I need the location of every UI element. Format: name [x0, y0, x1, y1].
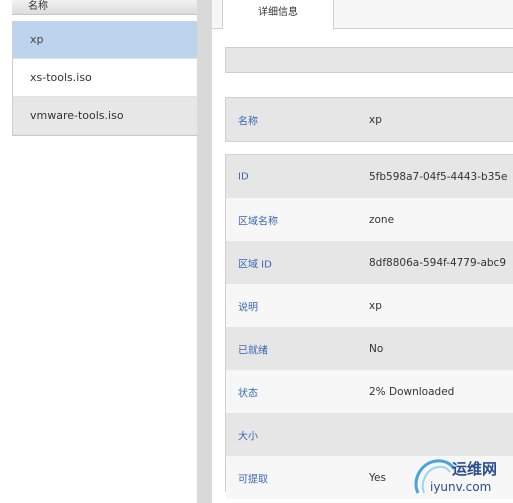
detail-value: zone: [369, 213, 395, 226]
list-item[interactable]: xs-tools.iso: [13, 59, 198, 97]
watermark-url: iyunv.com: [430, 480, 492, 494]
list-column-header-name[interactable]: 名称: [12, 0, 197, 15]
tab-strip: 详细信息: [212, 0, 513, 29]
detail-row-status: 状态 2% Downloaded: [226, 370, 513, 413]
detail-row-description: 说明 xp: [226, 284, 513, 327]
detail-row-name: 名称 xp: [226, 98, 513, 141]
list-item[interactable]: vmware-tools.iso: [13, 97, 198, 135]
properties-block: ID 5fb598a7-04f5-4443-b35e 区域名称 zone 区域 …: [225, 154, 513, 499]
detail-key: 已就绪: [238, 345, 268, 356]
detail-key: 状态: [238, 388, 258, 399]
detail-key: 区域名称: [238, 216, 278, 227]
detail-value: xp: [369, 299, 382, 312]
template-list-panel: 名称 xp xs-tools.iso vmware-tools.iso: [0, 0, 198, 503]
detail-value: Yes: [369, 471, 386, 484]
detail-value: 5fb598a7-04f5-4443-b35e: [369, 170, 508, 183]
list-item[interactable]: xp: [13, 21, 198, 59]
detail-value: 2% Downloaded: [369, 385, 455, 398]
detail-key: 大小: [238, 431, 258, 442]
detail-value: xp: [369, 113, 382, 126]
detail-row-zone-name: 区域名称 zone: [226, 198, 513, 241]
detail-row-zone-id: 区域 ID 8df8806a-594f-4779-abc9: [226, 241, 513, 284]
detail-row-size: 大小: [226, 413, 513, 456]
detail-row-id: ID 5fb598a7-04f5-4443-b35e: [226, 155, 513, 198]
panel-divider[interactable]: [197, 0, 212, 503]
detail-toolbar: [225, 47, 513, 73]
tab-details[interactable]: 详细信息: [222, 0, 334, 29]
detail-key: ID: [238, 171, 249, 182]
template-list: xp xs-tools.iso vmware-tools.iso: [12, 21, 198, 136]
detail-row-ready: 已就绪 No: [226, 327, 513, 370]
detail-value: No: [369, 342, 384, 355]
name-block: 名称 xp: [225, 97, 513, 142]
detail-key: 说明: [238, 302, 258, 313]
detail-key: 可提取: [238, 474, 268, 485]
watermark-text: 运维网: [452, 460, 498, 478]
detail-panel: 详细信息 名称 xp ID 5fb598a7-04f5-4443-b35e 区域…: [212, 0, 513, 503]
detail-value: 8df8806a-594f-4779-abc9: [369, 256, 507, 269]
detail-key: 区域 ID: [238, 259, 272, 270]
detail-key: 名称: [238, 116, 258, 127]
